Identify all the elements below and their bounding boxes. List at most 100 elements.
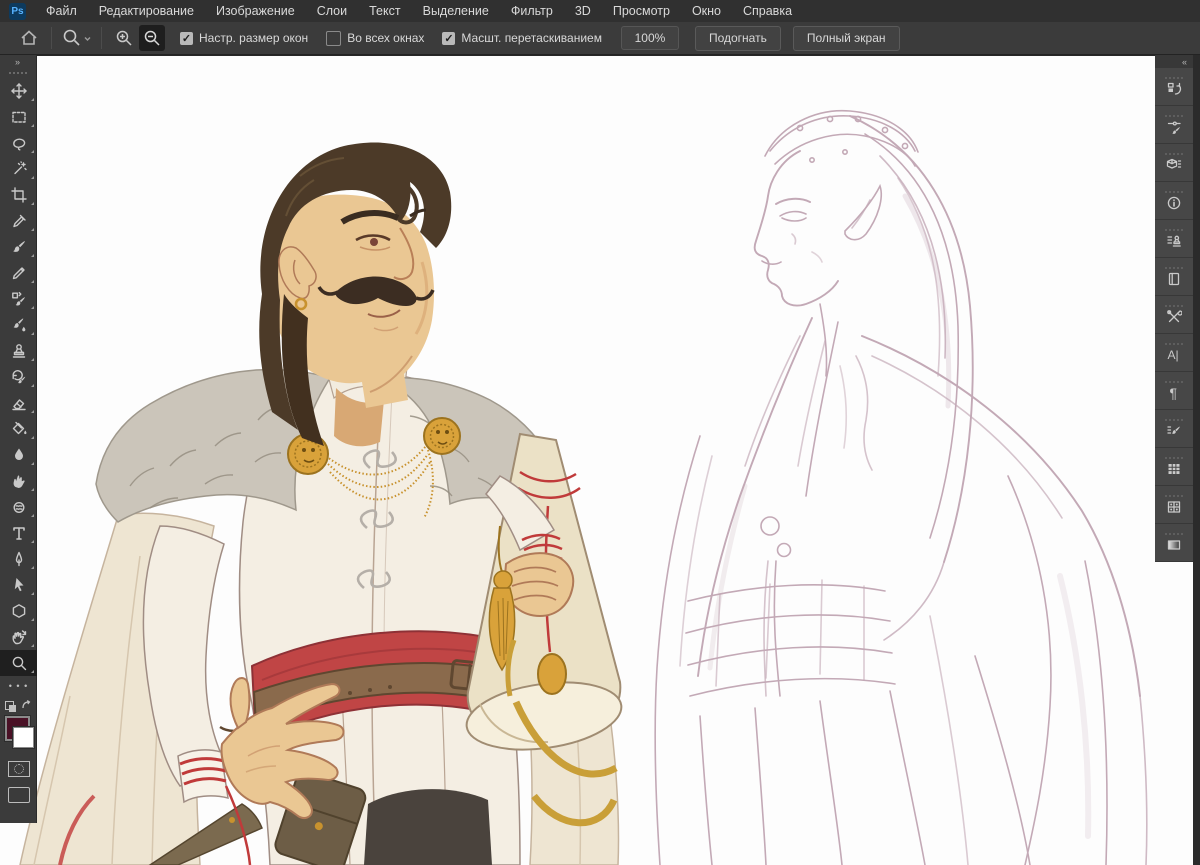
paint-bucket-tool[interactable] xyxy=(0,416,37,442)
default-swap-colors[interactable] xyxy=(0,696,37,714)
zoom-tool[interactable] xyxy=(0,650,37,676)
rectangular-marquee-tool[interactable] xyxy=(0,104,37,130)
menu-type[interactable]: Текст xyxy=(358,0,411,22)
clone-source-icon xyxy=(1167,235,1181,247)
panel-gradients[interactable] xyxy=(1155,524,1193,561)
zoom-tool-preset[interactable] xyxy=(61,25,92,51)
patterns-grid-icon xyxy=(1167,500,1181,513)
pencil-tool[interactable] xyxy=(0,260,37,286)
panel-grip xyxy=(1165,228,1183,231)
gradients-icon xyxy=(1167,539,1181,550)
panel-history[interactable] xyxy=(1155,68,1193,105)
expand-toolbar-button[interactable]: » xyxy=(0,55,36,68)
panel-patterns[interactable] xyxy=(1155,486,1193,523)
eraser-tool[interactable] xyxy=(0,390,37,416)
panel-grip xyxy=(1165,304,1183,307)
panel-brushes[interactable] xyxy=(1155,410,1193,447)
pen-icon xyxy=(15,551,22,567)
man-painted-figure xyxy=(19,142,623,865)
toolbar-grip[interactable] xyxy=(0,68,36,78)
path-selection-tool[interactable] xyxy=(0,572,37,598)
zoom-level-field[interactable]: 100% xyxy=(620,26,679,50)
shape-tool[interactable] xyxy=(0,598,37,624)
lasso-tool[interactable] xyxy=(0,130,37,156)
clone-stamp-tool[interactable] xyxy=(0,338,37,364)
menu-edit[interactable]: Редактирование xyxy=(88,0,205,22)
zoom-out-icon xyxy=(144,30,160,46)
panel-paragraph[interactable]: ¶ xyxy=(1155,372,1193,409)
photoshop-logo[interactable]: Ps xyxy=(9,2,26,20)
panel-grip xyxy=(1165,418,1183,421)
brush-tool[interactable] xyxy=(0,234,37,260)
panel-grip xyxy=(1165,532,1183,535)
brush-icon xyxy=(12,241,25,252)
panel-libraries[interactable] xyxy=(1155,258,1193,295)
zoom-out-button[interactable] xyxy=(139,25,165,51)
artwork-canvas[interactable] xyxy=(0,56,1193,865)
panel-brush-settings[interactable] xyxy=(1155,106,1193,143)
resize-windows-checkbox[interactable]: ✓ xyxy=(180,31,193,45)
blur-tool[interactable] xyxy=(0,442,37,468)
panel-3d[interactable] xyxy=(1155,144,1193,181)
history-brush-tool[interactable] xyxy=(0,364,37,390)
all-windows-option[interactable]: Во всех окнах xyxy=(326,30,424,46)
panel-tool-presets[interactable] xyxy=(1155,296,1193,333)
smudge-tool[interactable] xyxy=(0,468,37,494)
panel-dock: « A| ¶ xyxy=(1155,55,1193,562)
scrubby-zoom-checkbox[interactable]: ✓ xyxy=(442,31,456,45)
collapse-dock-button[interactable]: « xyxy=(1155,55,1193,68)
eyedropper-icon xyxy=(12,214,26,228)
panel-grip xyxy=(1165,114,1183,117)
menu-layers[interactable]: Слои xyxy=(306,0,358,22)
options-bar: ✓ Настр. размер окон Во всех окнах ✓ Мас… xyxy=(0,22,1200,55)
panel-grip xyxy=(1165,190,1183,193)
sponge-tool[interactable] xyxy=(0,494,37,520)
resize-windows-label: Настр. размер окон xyxy=(199,31,309,45)
edit-toolbar-button[interactable]: • • • xyxy=(0,676,37,696)
menu-file[interactable]: Файл xyxy=(35,0,88,22)
move-tool[interactable] xyxy=(0,78,37,104)
magic-wand-tool[interactable] xyxy=(0,156,37,182)
scrubby-zoom-option[interactable]: ✓ Масшт. перетаскиванием xyxy=(442,31,602,45)
eyedropper-tool[interactable] xyxy=(0,208,37,234)
resize-windows-option[interactable]: ✓ Настр. размер окон xyxy=(180,31,308,45)
zoom-icon xyxy=(12,656,26,671)
check-icon: ✓ xyxy=(444,32,454,45)
panel-swatches[interactable] xyxy=(1155,448,1193,485)
menu-window[interactable]: Окно xyxy=(681,0,732,22)
color-replacement-tool[interactable] xyxy=(0,286,37,312)
fit-screen-button[interactable]: Подогнать xyxy=(694,25,781,51)
menu-filter[interactable]: Фильтр xyxy=(500,0,564,22)
move-icon xyxy=(10,83,27,99)
crop-tool[interactable] xyxy=(0,182,37,208)
mixer-brush-tool[interactable] xyxy=(0,312,37,338)
document-window[interactable] xyxy=(0,54,1193,865)
screen-mode-button[interactable] xyxy=(0,782,37,808)
all-windows-checkbox[interactable] xyxy=(326,30,342,46)
type-icon xyxy=(12,527,25,540)
menu-view[interactable]: Просмотр xyxy=(602,0,681,22)
pen-tool[interactable] xyxy=(0,546,37,572)
chevron-down-icon xyxy=(84,36,91,41)
type-tool[interactable] xyxy=(0,520,37,546)
selection-arrow-icon xyxy=(14,578,23,592)
hexagon-shape-icon xyxy=(12,604,25,618)
eraser-icon xyxy=(11,399,26,411)
zoom-in-button[interactable] xyxy=(111,25,137,51)
separator xyxy=(101,27,102,49)
panel-clone-source[interactable] xyxy=(1155,220,1193,257)
full-screen-button[interactable]: Полный экран xyxy=(792,25,900,51)
clone-stamp-icon xyxy=(12,344,25,358)
paragraph-panel-icon: ¶ xyxy=(1170,385,1178,401)
menu-select[interactable]: Выделение xyxy=(412,0,500,22)
hand-tool[interactable] xyxy=(0,624,37,650)
background-color-swatch[interactable] xyxy=(13,727,34,748)
panel-character[interactable]: A| xyxy=(1155,334,1193,371)
quick-mask-button[interactable] xyxy=(0,756,37,782)
menu-help[interactable]: Справка xyxy=(732,0,803,22)
menu-image[interactable]: Изображение xyxy=(205,0,306,22)
panel-info[interactable] xyxy=(1155,182,1193,219)
menu-3d[interactable]: 3D xyxy=(564,0,602,22)
scrubby-zoom-label: Масшт. перетаскиванием xyxy=(461,31,602,45)
home-button[interactable] xyxy=(16,25,42,51)
